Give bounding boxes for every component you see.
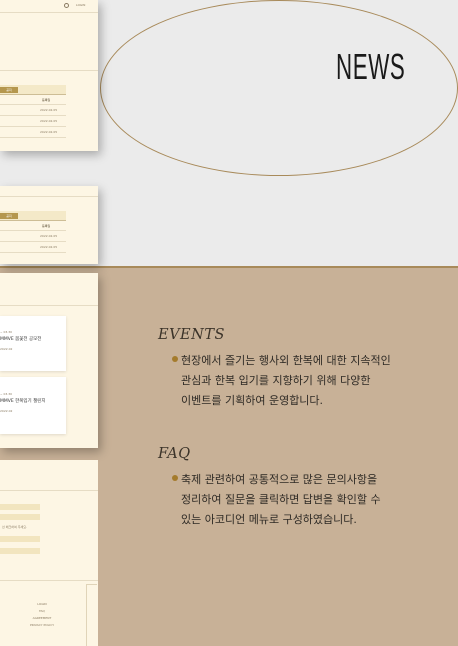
event-subtext: 2022.02 bbox=[0, 409, 13, 413]
search-icon bbox=[64, 3, 69, 8]
divider bbox=[0, 490, 98, 491]
event-card[interactable]: ~ 03.30 MMVE 한복입기 챌린지 2022.02 bbox=[0, 377, 66, 434]
divider bbox=[0, 241, 66, 242]
event-title: MMVE 한복입기 챌린지 bbox=[0, 399, 46, 404]
table-cell-date: 2022.02.05 bbox=[40, 130, 58, 134]
event-card[interactable]: ~ 03.30 MMVE 봄꽃전 공모전 2022.02 bbox=[0, 316, 66, 371]
mockup-notice-page-2: 공지 등록일 2022.02.05 2022.02.05 bbox=[0, 186, 98, 264]
events-section-title: EVENTS bbox=[158, 327, 225, 343]
description-line: 있는 아코디언 메뉴로 구성하였습니다. bbox=[181, 513, 357, 526]
divider bbox=[0, 104, 66, 105]
notice-tab[interactable]: 공지 bbox=[0, 87, 18, 93]
faq-description: 축제 관련하여 공통적으로 많은 문의사항을 정리하여 질문을 클릭하면 답변을… bbox=[181, 470, 381, 530]
divider bbox=[0, 252, 66, 253]
description-line: 현장에서 즐기는 행사외 한복에 대한 지속적인 bbox=[181, 354, 391, 367]
description-line: 관심과 한복 입기를 지향하기 위해 다양한 bbox=[181, 374, 371, 387]
faq-section-title: FAQ bbox=[158, 446, 191, 462]
table-column-header: 등록일 bbox=[42, 224, 51, 228]
footer-frame bbox=[86, 584, 97, 646]
bullet-dot bbox=[172, 356, 178, 362]
description-line: 이벤트를 기획하여 운영합니다. bbox=[181, 394, 324, 407]
divider bbox=[0, 580, 98, 581]
event-date: ~ 03.30 bbox=[0, 330, 13, 334]
divider bbox=[0, 196, 98, 197]
table-cell-date: 2022.02.05 bbox=[40, 245, 58, 249]
event-subtext: 2022.02 bbox=[0, 347, 13, 351]
footer-link-faq[interactable]: FAQ bbox=[30, 609, 54, 613]
form-field[interactable] bbox=[0, 514, 40, 520]
divider bbox=[0, 126, 66, 127]
footer-link-privacy[interactable]: PRIVACY POLICY bbox=[30, 623, 54, 627]
form-note: 선 체크하여 주세요. bbox=[2, 525, 27, 529]
divider bbox=[0, 305, 98, 306]
divider bbox=[0, 12, 98, 13]
login-link[interactable]: LOGIN bbox=[76, 3, 85, 7]
form-field[interactable] bbox=[0, 548, 40, 554]
footer-link-agreement[interactable]: AGREEMENT bbox=[30, 616, 54, 620]
mockup-notice-page: LOGIN 공지 등록일 2022.02.05 2022.02.05 2022.… bbox=[0, 0, 98, 151]
decorative-oval bbox=[100, 0, 458, 176]
footer-link-login[interactable]: LOGIN bbox=[30, 602, 54, 606]
description-line: 축제 관련하여 공통적으로 많은 문의사항을 bbox=[181, 473, 378, 486]
event-title: MMVE 봄꽃전 공모전 bbox=[0, 337, 42, 342]
divider bbox=[0, 115, 66, 116]
table-cell-date: 2022.02.05 bbox=[40, 108, 58, 112]
mockup-form-page: 선 체크하여 주세요. LOGIN FAQ AGREEMENT PRIVACY … bbox=[0, 460, 98, 646]
events-description: 현장에서 즐기는 행사외 한복에 대한 지속적인 관심과 한복 입기를 지향하기… bbox=[181, 351, 391, 411]
table-cell-date: 2022.02.05 bbox=[40, 119, 58, 123]
event-date: ~ 03.30 bbox=[0, 392, 13, 396]
description-line: 정리하여 질문을 클릭하면 답변을 확인할 수 bbox=[181, 493, 381, 506]
table-column-header: 등록일 bbox=[42, 98, 51, 102]
mockup-events-page: ~ 03.30 MMVE 봄꽃전 공모전 2022.02 ~ 03.30 MMV… bbox=[0, 273, 98, 448]
divider bbox=[0, 230, 66, 231]
divider bbox=[0, 70, 98, 71]
form-field[interactable] bbox=[0, 536, 40, 542]
table-cell-date: 2022.02.05 bbox=[40, 234, 58, 238]
form-field[interactable] bbox=[0, 504, 40, 510]
page-title: NEWS bbox=[336, 46, 406, 87]
bullet-dot bbox=[172, 475, 178, 481]
notice-tab[interactable]: 공지 bbox=[0, 213, 18, 219]
divider bbox=[0, 137, 66, 138]
